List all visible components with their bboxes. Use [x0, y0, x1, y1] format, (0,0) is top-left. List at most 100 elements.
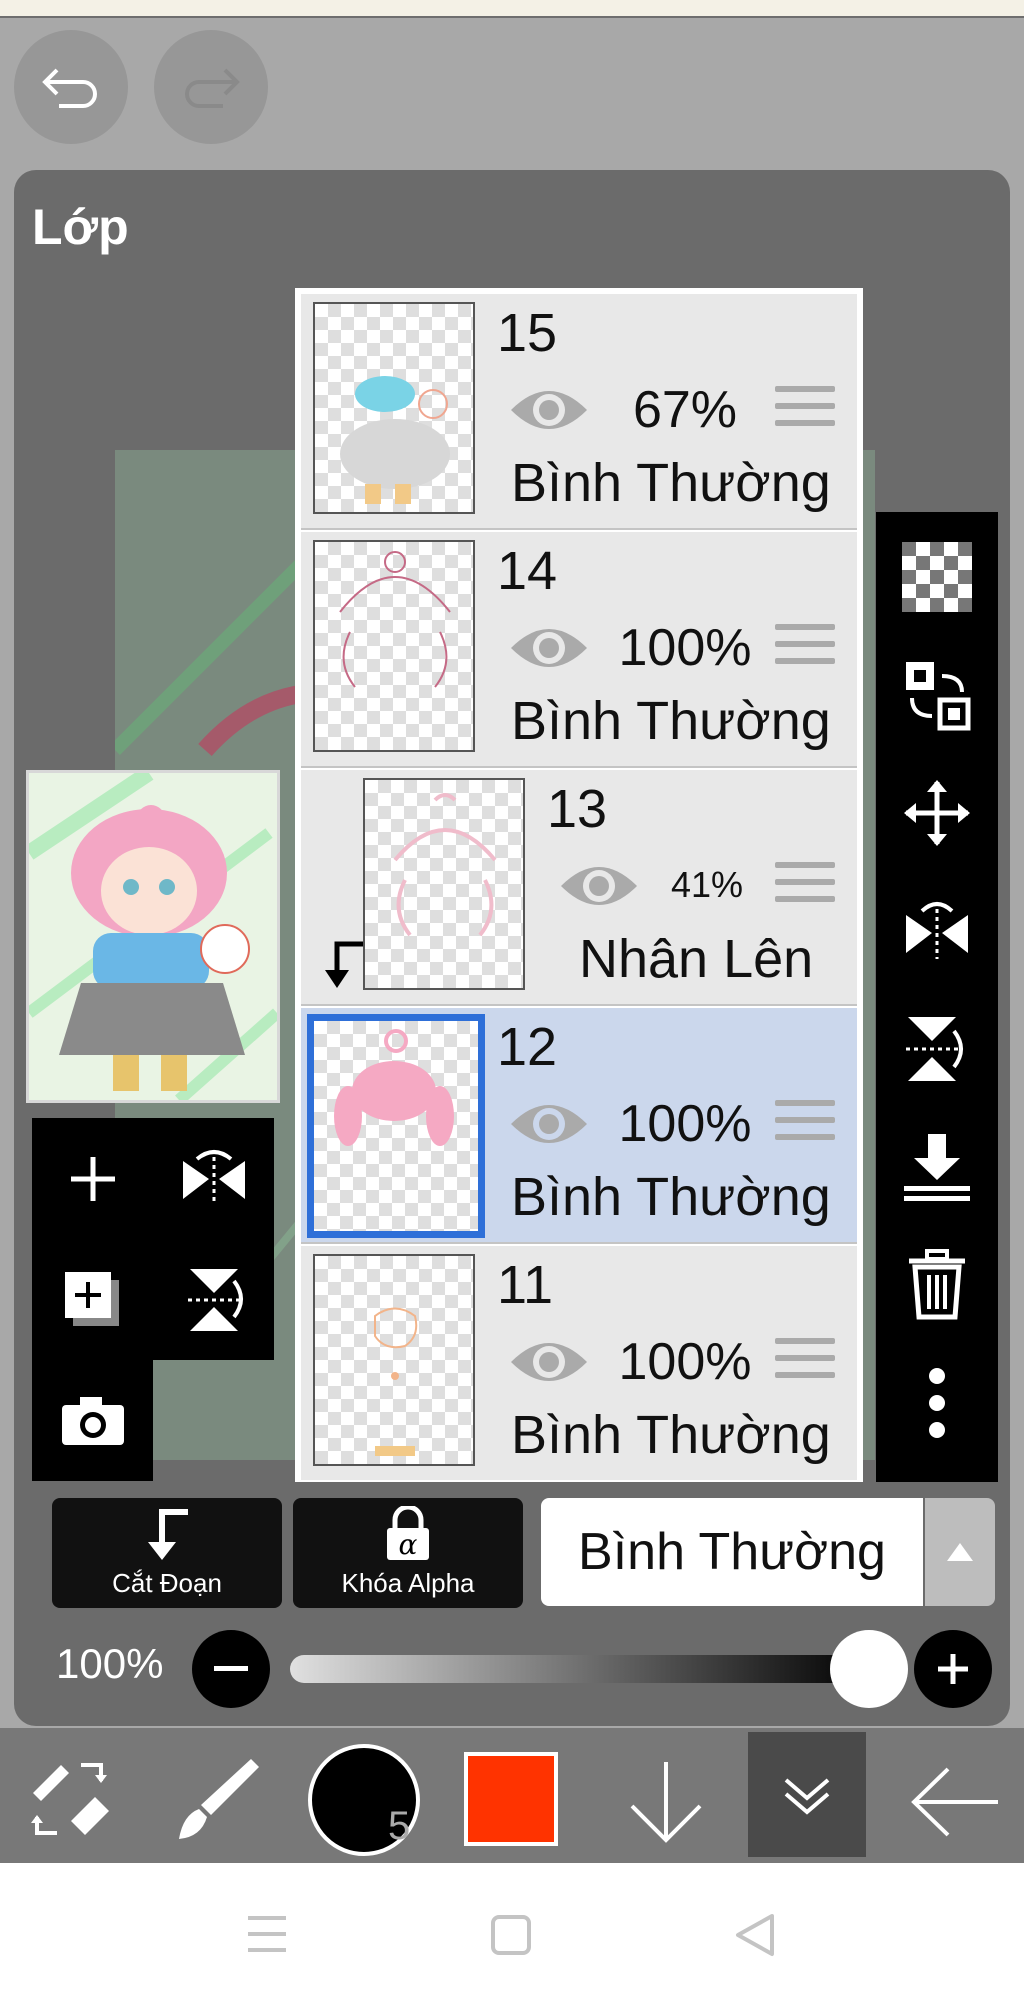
lock-icon: α — [387, 1506, 429, 1561]
eye-icon[interactable] — [507, 382, 591, 438]
opacity-slider[interactable] — [290, 1655, 870, 1683]
brush-size-value: 5 — [388, 1804, 411, 1848]
undo-icon — [42, 68, 97, 108]
clip-label: Cắt Đoạn — [112, 1568, 222, 1598]
layer-blend-mode: Nhân Lên — [579, 929, 814, 989]
drag-handle[interactable] — [775, 1338, 835, 1388]
brush-button[interactable] — [166, 1748, 266, 1848]
move-icon — [904, 780, 970, 846]
tool-switch-button[interactable] — [20, 1748, 120, 1848]
layer-row[interactable]: 14 100% Bình Thường — [301, 532, 857, 768]
panel-title: Lớp — [32, 199, 129, 255]
brush-size-button[interactable]: 5 — [308, 1744, 420, 1856]
layer-list[interactable]: 15 67% Bình Thường 14 100% Bình Thường 1… — [295, 288, 863, 1482]
layer-thumbnail — [307, 1014, 485, 1238]
eye-icon[interactable] — [557, 858, 641, 914]
more-button[interactable] — [876, 1348, 998, 1458]
merge-down-button[interactable] — [876, 1112, 998, 1222]
drag-handle[interactable] — [775, 386, 835, 436]
more-icon — [929, 1368, 945, 1438]
layer-blend-mode: Bình Thường — [511, 1405, 831, 1465]
menu-icon — [248, 1916, 286, 1952]
system-back-button[interactable] — [734, 1912, 776, 1963]
flip-vertical-icon — [906, 1017, 963, 1081]
eye-icon[interactable] — [507, 620, 591, 676]
eye-icon[interactable] — [507, 1334, 591, 1390]
layer-row[interactable]: 15 67% Bình Thường — [301, 294, 857, 530]
select-swap-button[interactable] — [876, 640, 998, 750]
brush-eraser-switch-icon — [31, 1763, 109, 1835]
trash-icon — [909, 1249, 965, 1320]
collapse-panel-button[interactable] — [748, 1732, 866, 1857]
flip-horizontal-icon — [182, 1149, 245, 1205]
drag-handle[interactable] — [775, 1100, 835, 1150]
layer-opacity: 67% — [632, 381, 738, 439]
layer-blend-mode: Bình Thường — [511, 691, 831, 751]
plus-icon — [938, 1654, 968, 1684]
delete-layer-button[interactable] — [876, 1230, 998, 1340]
status-strip — [0, 0, 1024, 18]
blend-mode-select[interactable]: Bình Thường — [541, 1498, 923, 1606]
eye-icon[interactable] — [507, 1096, 591, 1152]
clip-icon — [148, 1509, 188, 1560]
flip-vertical-button-2[interactable] — [876, 994, 998, 1104]
duplicate-layer-button[interactable] — [32, 1239, 153, 1360]
minus-icon — [214, 1666, 248, 1671]
blend-mode-toggle[interactable] — [925, 1498, 995, 1606]
color-swatch-button[interactable] — [464, 1752, 558, 1846]
square-icon — [491, 1915, 531, 1955]
layer-opacity: 100% — [618, 1095, 752, 1153]
merge-down-icon — [904, 1134, 970, 1201]
camera-icon — [61, 1396, 124, 1445]
drag-handle[interactable] — [775, 862, 835, 912]
flip-horizontal-button[interactable] — [153, 1118, 274, 1239]
alpha-lock-button[interactable]: α Khóa Alpha — [293, 1498, 523, 1608]
triangle-up-icon — [947, 1543, 973, 1561]
flip-vertical-icon — [187, 1268, 243, 1331]
add-layer-button[interactable] — [32, 1118, 153, 1239]
redo-button[interactable] — [154, 30, 268, 144]
add-layer-icon — [70, 1156, 115, 1201]
layer-number: 13 — [547, 779, 608, 839]
layer-blend-mode: Bình Thường — [511, 453, 831, 513]
artwork-thumbnail[interactable] — [26, 770, 280, 1103]
add-copy-icon — [64, 1271, 119, 1326]
redo-icon — [185, 68, 240, 108]
back-button[interactable] — [900, 1752, 1010, 1852]
flip-vertical-button[interactable] — [153, 1239, 274, 1360]
opacity-value: 100% — [56, 1640, 164, 1687]
layer-thumbnail — [313, 1254, 475, 1466]
layer-thumbnail — [313, 302, 475, 514]
layer-row[interactable]: 13 41% Nhân Lên — [301, 770, 857, 1006]
layer-row-selected[interactable]: 12 100% Bình Thường — [301, 1008, 857, 1244]
layer-number: 15 — [497, 303, 558, 363]
layer-row[interactable]: 11 100% Bình Thường — [301, 1246, 857, 1480]
undo-button[interactable] — [14, 30, 128, 144]
transparency-button[interactable] — [876, 522, 998, 632]
transparency-icon — [902, 542, 972, 612]
chevron-double-down-icon — [784, 1777, 830, 1815]
flip-horizontal-button-2[interactable] — [876, 876, 998, 986]
arrow-left-icon — [911, 1767, 998, 1837]
layer-number: 12 — [497, 1017, 558, 1077]
opacity-increase-button[interactable] — [914, 1630, 992, 1708]
brush-icon — [179, 1759, 259, 1839]
svg-text:α: α — [399, 1528, 418, 1561]
layer-thumbnail — [313, 540, 475, 752]
arrow-down-icon — [630, 1762, 702, 1843]
home-button[interactable] — [490, 1914, 532, 1961]
move-button[interactable] — [876, 758, 998, 868]
opacity-slider-thumb[interactable] — [830, 1630, 908, 1708]
triangle-left-icon — [736, 1914, 774, 1956]
clip-button[interactable]: Cắt Đoạn — [52, 1498, 282, 1608]
layer-number: 14 — [497, 541, 558, 601]
recent-apps-button[interactable] — [246, 1914, 288, 1959]
flip-horizontal-icon — [906, 902, 968, 959]
layer-opacity: 100% — [618, 619, 752, 677]
layer-opacity: 100% — [618, 1333, 752, 1391]
layer-thumbnail — [363, 778, 525, 990]
camera-button[interactable] — [32, 1360, 153, 1481]
drag-handle[interactable] — [775, 624, 835, 674]
opacity-decrease-button[interactable] — [192, 1630, 270, 1708]
scroll-down-button[interactable] — [616, 1752, 716, 1852]
